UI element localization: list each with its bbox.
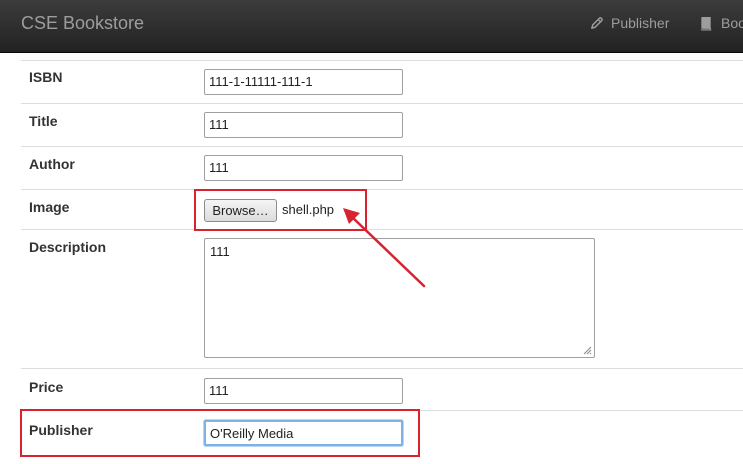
- annotation-arrow: [343, 208, 426, 288]
